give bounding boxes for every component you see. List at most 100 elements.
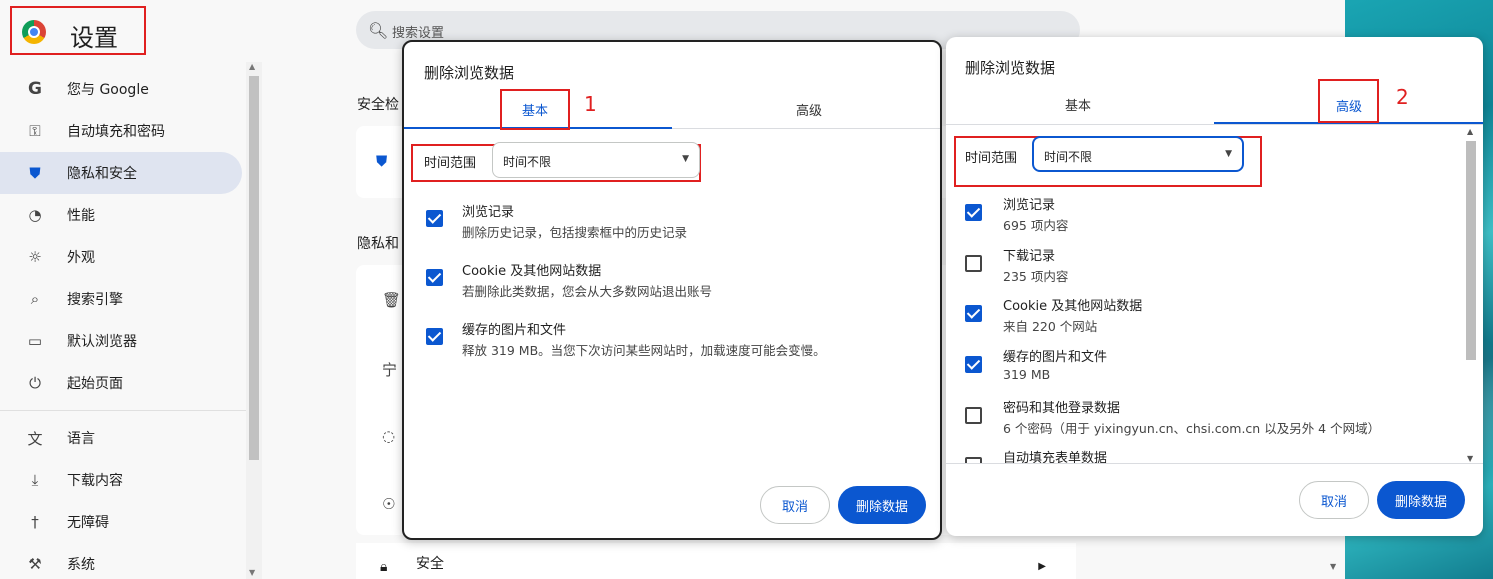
annotation-box-tab (1318, 79, 1379, 123)
search-icon: ⌕ (30, 290, 40, 308)
item-subtitle: 6 个密码（用于 yixingyun.cn、chsi.com.cn 以及另外 4… (1003, 421, 1381, 436)
annotation-number: 1 (584, 92, 597, 116)
clear-data-dialog-basic: 删除浏览数据 基本 高级 1 时间范围 时间不限 ▼ 浏览记录 删除历史记录，包… (402, 40, 942, 540)
item-title: 缓存的图片和文件 (462, 323, 567, 338)
item-title: 缓存的图片和文件 (1003, 350, 1108, 365)
sidebar-item-autofill[interactable]: ⚿ 自动填充和密码 (0, 110, 248, 152)
sidebar-item-system[interactable]: ⚒ 系统 (0, 543, 248, 579)
item-title: 下载记录 (1003, 249, 1056, 264)
item-title: 浏览记录 (1003, 198, 1056, 213)
dialog-scroll-content: 时间范围 时间不限 ▼ 浏览记录 695 项内容 下载记录 235 项内容 Co… (946, 125, 1464, 463)
item-subtitle: 若删除此类数据，您会从大多数网站退出账号 (462, 284, 713, 299)
sidebar-item-label: 外观 (67, 250, 95, 266)
wrench-icon: ⚒ (28, 555, 42, 573)
item-subtitle: 删除历史记录，包括搜索框中的历史记录 (462, 225, 688, 240)
scrollbar-thumb[interactable] (249, 76, 259, 460)
lock-icon: 🔒︎ (380, 559, 388, 575)
dropdown-caret-icon: ▼ (1225, 149, 1232, 159)
clear-data-dialog-advanced: 删除浏览数据 基本 高级 2 时间范围 时间不限 ▼ 浏览记录 695 项内容 … (946, 37, 1483, 536)
cancel-button[interactable]: 取消 (760, 486, 830, 524)
sidebar-item-label: 隐私和安全 (67, 166, 137, 182)
scroll-up-icon[interactable]: ▲ (1467, 127, 1473, 136)
scroll-up-icon[interactable]: ▲ (249, 62, 255, 71)
chrome-logo-icon (22, 20, 46, 44)
sidebar-item-search-engine[interactable]: ⌕ 搜索引擎 (0, 278, 248, 320)
item-subtitle: 释放 319 MB。当您下次访问某些网站时，加载速度可能会变慢。 (462, 343, 826, 358)
arrow-right-icon: ▶ (1038, 561, 1046, 572)
section-label-safety-check: 安全检 (357, 97, 399, 113)
sidebar-item-accessibility[interactable]: † 无障碍 (0, 501, 248, 543)
sidebar: G 您与 Google ⚿ 自动填充和密码 ⛊ 隐私和安全 ◔ 性能 ☼ 外观 … (0, 68, 248, 579)
sidebar-item-label: 自动填充和密码 (67, 124, 165, 140)
scroll-down-icon[interactable]: ▼ (249, 568, 255, 577)
shield-icon: ⛊ (29, 164, 41, 182)
sidebar-item-label: 您与 Google (67, 82, 149, 98)
item-subtitle: 来自 220 个网站 (1003, 319, 1098, 334)
checkbox-cookies[interactable] (965, 305, 982, 322)
time-range-label: 时间范围 (424, 156, 477, 171)
tab-advanced[interactable]: 高级 (774, 100, 844, 119)
dialog-title: 删除浏览数据 (965, 59, 1056, 77)
delete-data-button[interactable]: 删除数据 (1377, 481, 1465, 519)
checkbox-cache[interactable] (965, 356, 982, 373)
item-subtitle: 319 MB (1003, 367, 1051, 382)
sidebar-item-google[interactable]: G 您与 Google (0, 68, 248, 110)
scroll-down-icon[interactable]: ▼ (1330, 562, 1336, 571)
item-title: 浏览记录 (462, 205, 515, 220)
item-title: 自动填充表单数据 (1003, 451, 1108, 463)
scroll-down-icon[interactable]: ▼ (1467, 454, 1473, 463)
checkbox-downloads[interactable] (965, 255, 982, 272)
checkbox-cache[interactable] (426, 328, 443, 345)
item-title: 密码和其他登录数据 (1003, 401, 1121, 416)
download-icon: ⤓ (31, 471, 39, 489)
dialog-scrollbar[interactable]: ▲ ▼ (1464, 125, 1478, 463)
search-icon: 🔍︎ (368, 21, 389, 40)
section-label-privacy: 隐私和 (357, 236, 399, 252)
sidebar-item-privacy[interactable]: ⛊ 隐私和安全 (0, 152, 242, 194)
delete-data-button[interactable]: 删除数据 (838, 486, 926, 524)
sidebar-item-downloads[interactable]: ⤓ 下载内容 (0, 459, 248, 501)
sidebar-item-label: 性能 (67, 208, 95, 224)
annotation-box-tab (500, 89, 570, 130)
security-row[interactable]: 🔒︎ 安全 ▶ (356, 543, 1076, 579)
checkbox-history[interactable] (426, 210, 443, 227)
sidebar-item-label: 无障碍 (67, 515, 109, 531)
accessibility-icon: † (31, 513, 39, 531)
cookie-icon: 宁 (382, 361, 398, 379)
sidebar-item-appearance[interactable]: ☼ 外观 (0, 236, 248, 278)
sidebar-item-performance[interactable]: ◔ 性能 (0, 194, 248, 236)
shield-icon: ⛊ (376, 152, 388, 170)
checkbox-passwords[interactable] (965, 407, 982, 424)
time-range-value: 时间不限 (503, 155, 552, 169)
item-subtitle: 695 项内容 (1003, 218, 1069, 233)
checkbox-history[interactable] (965, 204, 982, 221)
cancel-button[interactable]: 取消 (1299, 481, 1369, 519)
sidebar-scrollbar[interactable]: ▲ ▼ (246, 62, 262, 579)
time-range-label: 时间范围 (965, 151, 1018, 166)
sidebar-item-startup[interactable]: ⏻ 起始页面 (0, 362, 248, 404)
sidebar-item-label: 语言 (67, 431, 95, 447)
sidebar-item-language[interactable]: 文 语言 (0, 417, 248, 459)
footer-divider (946, 463, 1483, 464)
checkbox-cookies[interactable] (426, 269, 443, 286)
google-g-icon: G (28, 79, 42, 99)
security-row-title: 安全 (416, 556, 444, 572)
sidebar-item-label: 搜索引擎 (67, 292, 123, 308)
search-placeholder: 搜索设置 (392, 26, 445, 41)
sidebar-item-default-browser[interactable]: ▭ 默认浏览器 (0, 320, 248, 362)
sidebar-item-label: 默认浏览器 (67, 334, 137, 350)
power-icon: ⏻ (29, 374, 41, 392)
sidebar-item-label: 起始页面 (67, 376, 123, 392)
dialog-title: 删除浏览数据 (424, 64, 515, 82)
item-title: Cookie 及其他网站数据 (1003, 299, 1143, 314)
sidebar-item-label: 系统 (67, 557, 95, 573)
item-subtitle: 235 项内容 (1003, 269, 1069, 284)
tab-basic[interactable]: 基本 (1043, 95, 1113, 114)
time-range-select[interactable]: 时间不限 ▼ (492, 142, 700, 178)
dropdown-caret-icon: ▼ (682, 154, 689, 164)
sidebar-divider (0, 410, 248, 411)
time-range-select[interactable]: 时间不限 ▼ (1032, 136, 1244, 172)
speedometer-icon: ◔ (28, 206, 42, 224)
scrollbar-thumb[interactable] (1466, 141, 1476, 360)
safety-hub-icon: ☉ (382, 495, 396, 513)
